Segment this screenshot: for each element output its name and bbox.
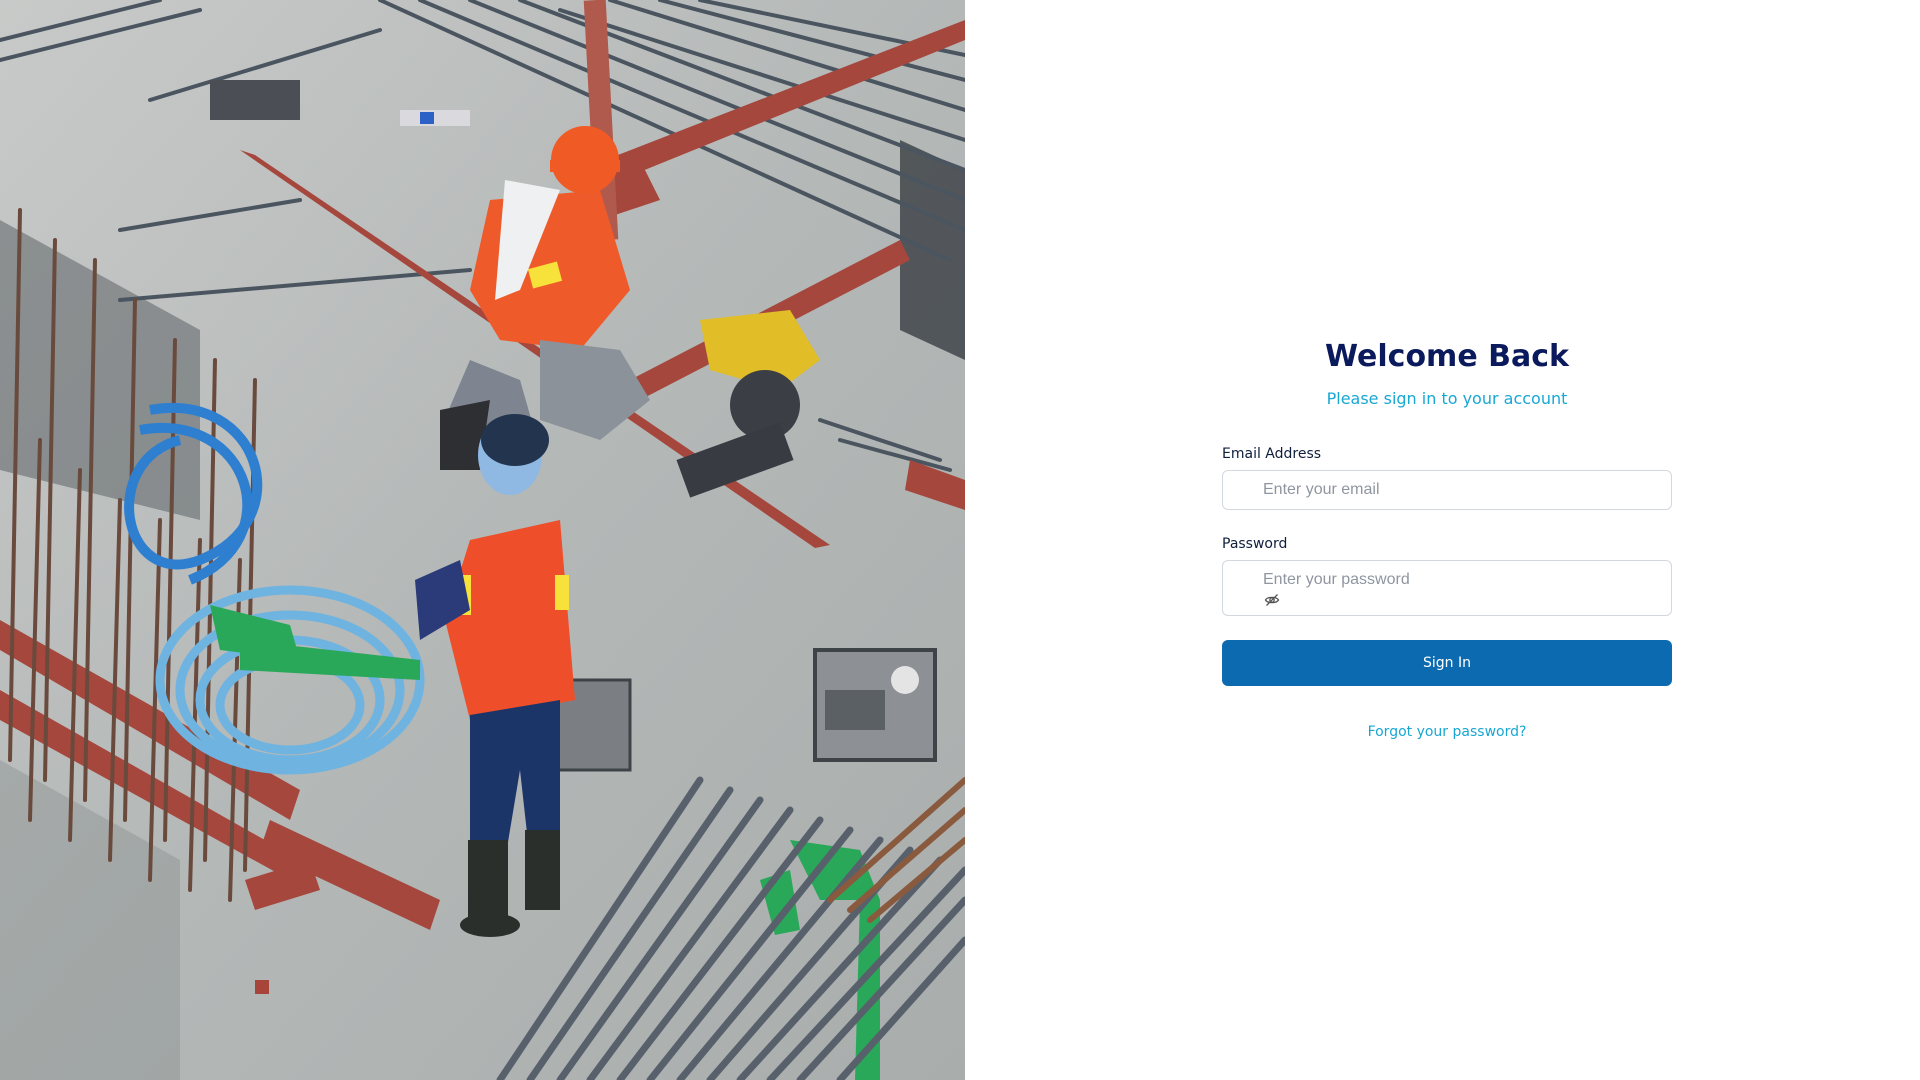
hero-image xyxy=(0,0,965,1080)
email-field-wrapper xyxy=(1222,470,1672,510)
login-panel: Welcome Back Please sign in to your acco… xyxy=(965,0,1920,1080)
password-label: Password xyxy=(1222,536,1288,552)
password-field[interactable] xyxy=(1263,570,1643,590)
eye-slash-icon[interactable] xyxy=(1264,592,1280,608)
login-page: Welcome Back Please sign in to your acco… xyxy=(0,0,1920,1080)
password-field-wrapper xyxy=(1222,560,1672,616)
forgot-password-link[interactable]: Forgot your password? xyxy=(1222,722,1672,742)
email-label: Email Address xyxy=(1222,446,1322,462)
sign-in-button[interactable]: Sign In xyxy=(1222,640,1672,686)
page-title: Welcome Back xyxy=(1325,339,1569,374)
login-form: Welcome Back Please sign in to your acco… xyxy=(1222,333,1672,742)
construction-site-illustration xyxy=(0,0,965,1080)
page-subtitle: Please sign in to your account xyxy=(1326,389,1568,408)
email-group: Email Address xyxy=(1222,444,1672,510)
password-group: Password xyxy=(1222,534,1672,616)
email-field[interactable] xyxy=(1263,480,1643,500)
